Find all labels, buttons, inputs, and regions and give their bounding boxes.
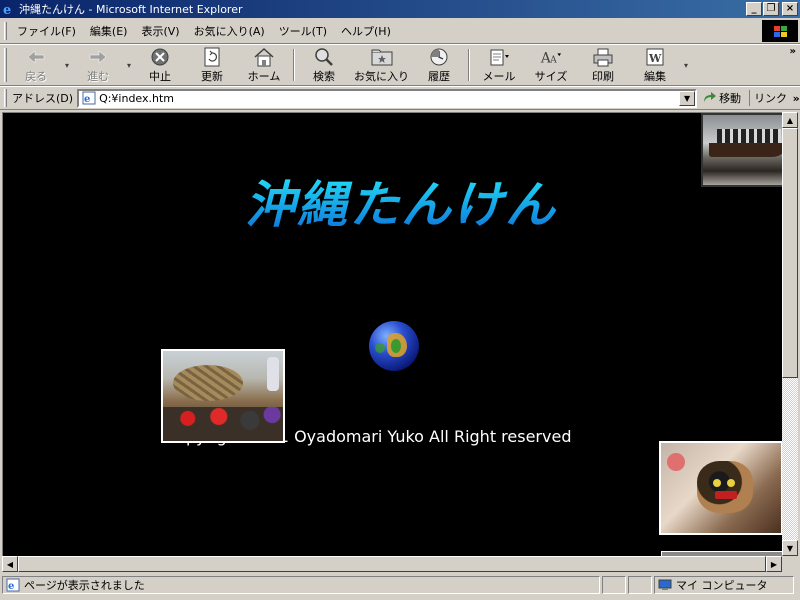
home-icon	[253, 47, 275, 67]
menu-bar: ファイル(F) 編集(E) 表示(V) お気に入り(A) ツール(T) ヘルプ(…	[0, 18, 800, 44]
scroll-up-icon[interactable]: ▲	[782, 112, 798, 128]
scroll-down-icon[interactable]: ▼	[782, 540, 798, 556]
font-size-button[interactable]: AA サイズ	[525, 45, 577, 85]
toolbar-grip[interactable]	[4, 48, 7, 82]
svg-text:e: e	[3, 3, 11, 16]
stop-icon	[149, 47, 171, 67]
security-zone-pane: マイ コンピュータ	[654, 576, 794, 594]
toolbar-separator	[293, 49, 295, 81]
forward-dropdown-icon[interactable]: ▾	[124, 45, 134, 85]
horizontal-scroll-thumb[interactable]	[18, 556, 766, 572]
page-title: 沖縄たんけん	[245, 165, 557, 237]
svg-text:e: e	[8, 581, 14, 592]
search-button[interactable]: 検索	[298, 45, 350, 85]
links-button[interactable]: リンク »	[749, 90, 800, 106]
refresh-button[interactable]: 更新	[186, 45, 238, 85]
ie-icon[interactable]: e	[2, 2, 16, 16]
home-button[interactable]: ホーム	[238, 45, 290, 85]
address-label: アドレス(D)	[12, 92, 74, 105]
address-dropdown-icon[interactable]: ▼	[679, 90, 696, 106]
vertical-scroll-thumb[interactable]	[782, 128, 798, 378]
edit-button[interactable]: W 編集	[629, 45, 681, 85]
status-message-pane: e ページが表示されました	[2, 576, 600, 594]
tug-of-war-rope-photo	[161, 349, 285, 443]
menu-view[interactable]: 表示(V)	[134, 20, 186, 42]
menu-help[interactable]: ヘルプ(H)	[334, 20, 398, 42]
minimize-button[interactable]: _	[746, 2, 762, 16]
menu-file[interactable]: ファイル(F)	[10, 20, 83, 42]
printer-icon	[592, 47, 614, 67]
print-button[interactable]: 印刷	[577, 45, 629, 85]
links-chevron[interactable]: »	[793, 92, 800, 105]
go-button[interactable]: 移動	[697, 90, 747, 106]
my-computer-icon	[658, 579, 672, 590]
windows-logo-icon	[762, 20, 798, 42]
history-button[interactable]: 履歴	[413, 45, 465, 85]
ie-page-icon: e	[81, 91, 97, 106]
search-icon	[313, 47, 335, 67]
go-arrow-icon	[704, 92, 717, 102]
address-value[interactable]: Q:¥index.htm	[99, 92, 679, 105]
status-bar: e ページが表示されました マイ コンピュータ	[0, 574, 800, 596]
close-button[interactable]: ×	[782, 2, 798, 16]
favorites-button[interactable]: お気に入り	[350, 45, 413, 85]
horizontal-scrollbar[interactable]: ◀ ▶	[2, 556, 782, 572]
menu-edit[interactable]: 編集(E)	[83, 20, 135, 42]
window-title: 沖縄たんけん - Microsoft Internet Explorer	[19, 3, 243, 16]
scrollbar-corner	[782, 556, 798, 572]
mail-button[interactable]: メール	[473, 45, 525, 85]
scroll-right-icon[interactable]: ▶	[766, 556, 782, 572]
status-pane-empty	[602, 576, 626, 594]
svg-text:A: A	[549, 54, 557, 65]
dragon-boat-photo	[701, 113, 782, 187]
address-bar: アドレス(D) e Q:¥index.htm ▼ 移動 リンク »	[0, 86, 800, 110]
standard-toolbar: 戻る ▾ 進む ▾ 中止 更新 ホーム 検索 お気に入り 履歴 メール A A …	[0, 44, 800, 86]
status-pane-empty	[628, 576, 652, 594]
stop-button[interactable]: 中止	[134, 45, 186, 85]
forward-arrow-icon	[87, 47, 109, 67]
menu-grip[interactable]	[4, 21, 7, 40]
page-loaded-icon: e	[6, 578, 20, 592]
history-icon	[428, 47, 450, 67]
svg-text:e: e	[84, 94, 90, 105]
restore-button[interactable]: ❐	[763, 2, 779, 16]
forward-button[interactable]: 進む	[72, 45, 124, 85]
spinning-globe-icon[interactable]	[369, 321, 419, 371]
title-bar: e 沖縄たんけん - Microsoft Internet Explorer _…	[0, 0, 800, 18]
address-input[interactable]: e Q:¥index.htm ▼	[77, 88, 698, 108]
page-content: 沖縄たんけん Copyright 2001 Oyadomari Yuko All…	[2, 112, 782, 556]
edit-dropdown-icon[interactable]: ▾	[681, 45, 691, 85]
refresh-icon	[201, 47, 223, 67]
back-arrow-icon	[25, 47, 47, 67]
menu-favorites[interactable]: お気に入り(A)	[187, 20, 272, 42]
toolbar-overflow-chevron[interactable]: »	[790, 46, 796, 57]
scroll-left-icon[interactable]: ◀	[2, 556, 18, 572]
font-size-icon: AA	[540, 47, 562, 67]
back-dropdown-icon[interactable]: ▾	[62, 45, 72, 85]
menu-tools[interactable]: ツール(T)	[272, 20, 334, 42]
word-edit-icon: W	[644, 47, 666, 67]
back-button[interactable]: 戻る	[10, 45, 62, 85]
vertical-scrollbar[interactable]: ▲ ▼	[782, 112, 798, 556]
address-grip[interactable]	[4, 89, 7, 107]
shisa-lion-dance-photo	[659, 441, 782, 535]
svg-text:W: W	[648, 52, 662, 65]
favorites-folder-icon	[371, 47, 393, 67]
mail-icon	[488, 47, 510, 67]
toolbar-separator	[468, 49, 470, 81]
